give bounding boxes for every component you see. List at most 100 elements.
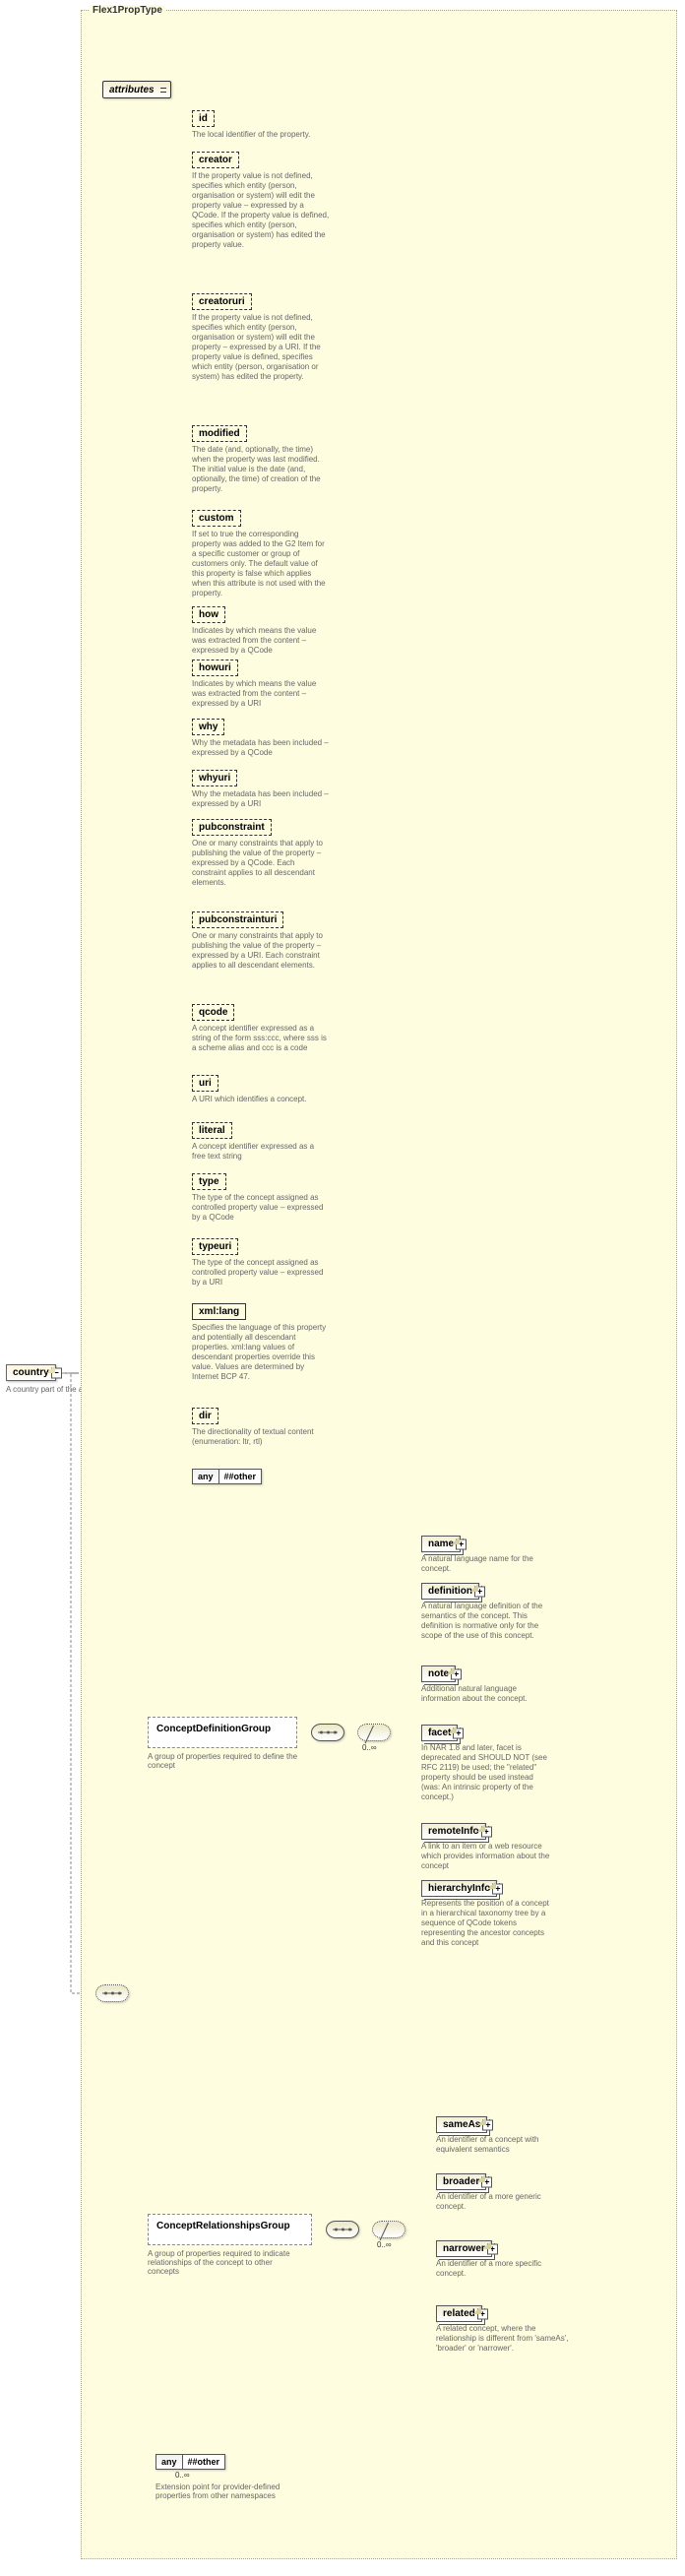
- element-sameAs[interactable]: sameAs+: [436, 2116, 487, 2133]
- any-label: any: [193, 1470, 219, 1483]
- attr-modified[interactable]: modifiedThe date (and, optionally, the t…: [192, 425, 330, 494]
- attr-doc: Indicates by which means the value was e…: [192, 679, 330, 709]
- occurrence: 0..∞: [175, 2471, 190, 2480]
- group-concept-definition[interactable]: ConceptDefinitionGroup: [148, 1717, 297, 1748]
- attr-doc: Why the metadata has been included – exp…: [192, 789, 330, 809]
- expand-icon[interactable]: +: [487, 2243, 498, 2254]
- attr-creatoruri[interactable]: creatoruriIf the property value is not d…: [192, 293, 330, 382]
- choice-node[interactable]: [357, 1724, 391, 1741]
- element-remoteInfo[interactable]: remoteInfo+: [421, 1823, 486, 1840]
- expand-icon[interactable]: −: [51, 1367, 62, 1378]
- expand-icon[interactable]: +: [451, 1668, 462, 1679]
- attr-label: how: [192, 606, 225, 623]
- attr-doc: One or many constraints that apply to pu…: [192, 839, 330, 888]
- element-doc: An identifier of a concept with equivale…: [436, 2135, 569, 2155]
- sequence-node[interactable]: [326, 2221, 359, 2238]
- attr-doc: If the property value is not defined, sp…: [192, 171, 330, 250]
- any-ns: ##other: [219, 1470, 262, 1483]
- element-note[interactable]: note+: [421, 1665, 456, 1682]
- expand-icon[interactable]: +: [492, 1883, 503, 1894]
- attr-label: xml:lang: [192, 1303, 246, 1320]
- expand-icon[interactable]: +: [474, 1586, 485, 1597]
- attr-label: qcode: [192, 1004, 234, 1021]
- element-doc: A natural language definition of the sem…: [421, 1602, 554, 1641]
- attr-doc: The date (and, optionally, the time) whe…: [192, 445, 330, 494]
- group-rel-title: ConceptRelationshipsGroup: [156, 2221, 290, 2231]
- any-other-attribute[interactable]: any##other: [192, 1469, 262, 1484]
- any-other-element[interactable]: any ##other: [156, 2454, 225, 2470]
- element-name[interactable]: name+: [421, 1536, 461, 1552]
- type-panel: Flex1PropType: [81, 10, 677, 2559]
- attr-howuri[interactable]: howuri Indicates by which means the value…: [192, 660, 330, 709]
- sequence-node[interactable]: [95, 1984, 129, 2002]
- element-doc: Additional natural language information …: [421, 1684, 554, 1704]
- attr-how[interactable]: how Indicates by which means the value wa…: [192, 606, 330, 656]
- occurrence: 0..∞: [377, 2240, 392, 2249]
- sequence-node[interactable]: [311, 1724, 344, 1741]
- group-def-title: ConceptDefinitionGroup: [156, 1724, 271, 1734]
- attr-dir[interactable]: dir The directionality of textual content…: [192, 1408, 330, 1447]
- attr-label: literal: [192, 1122, 232, 1139]
- attr-id[interactable]: id The local identifier of the property.: [192, 110, 330, 140]
- expand-icon[interactable]: +: [482, 2119, 493, 2130]
- expand-icon[interactable]: +: [481, 2176, 492, 2187]
- attributes-label: attributes: [109, 85, 155, 95]
- attr-type[interactable]: type The type of the concept assigned as …: [192, 1173, 330, 1223]
- element-narrower[interactable]: narrower+: [436, 2240, 492, 2257]
- attr-xml-lang[interactable]: xml:lang Specifies the language of this p…: [192, 1303, 330, 1382]
- attr-doc: A concept identifier expressed as a free…: [192, 1142, 330, 1162]
- element-doc: Represents the position of a concept in …: [421, 1899, 554, 1948]
- element-definition[interactable]: definition+: [421, 1583, 479, 1600]
- attr-doc: The directionality of textual content (e…: [192, 1427, 330, 1447]
- attr-label: pubconstraint: [192, 819, 272, 836]
- element-doc: A related concept, where the relationshi…: [436, 2324, 569, 2354]
- attr-label: type: [192, 1173, 226, 1190]
- attr-label: creator: [192, 152, 239, 168]
- expand-icon[interactable]: +: [456, 1539, 467, 1549]
- attr-custom[interactable]: custom If set to true the corresponding p…: [192, 510, 330, 598]
- group-concept-relationships[interactable]: ConceptRelationshipsGroup: [148, 2214, 312, 2245]
- element-broader[interactable]: broader+: [436, 2173, 486, 2190]
- any-label: any: [156, 2455, 183, 2469]
- attr-label: whyuri: [192, 770, 237, 786]
- root-element[interactable]: country −: [6, 1364, 56, 1381]
- attr-uri[interactable]: uriA URI which identifies a concept.: [192, 1075, 330, 1104]
- attr-doc: The local identifier of the property.: [192, 130, 330, 140]
- any-ns: ##other: [183, 2455, 225, 2469]
- attr-why[interactable]: whyWhy the metadata has been included – …: [192, 719, 330, 758]
- attr-creator[interactable]: creator If the property value is not defi…: [192, 152, 330, 250]
- attr-label: why: [192, 719, 224, 735]
- attr-label: creatoruri: [192, 293, 252, 310]
- expand-icon[interactable]: +: [477, 2308, 488, 2319]
- attr-pubconstrainturi[interactable]: pubconstrainturiOne or many constraints …: [192, 911, 330, 971]
- occurrence: 0..∞: [362, 1743, 377, 1752]
- attr-doc: If set to true the corresponding propert…: [192, 530, 330, 598]
- attr-label: typeuri: [192, 1238, 238, 1255]
- attr-doc: The type of the concept assigned as cont…: [192, 1193, 330, 1223]
- expand-icon[interactable]: +: [453, 1728, 464, 1738]
- attr-whyuri[interactable]: whyuri Why the metadata has been included…: [192, 770, 330, 809]
- attributes-node[interactable]: attributes: [102, 81, 171, 98]
- attr-doc: A URI which identifies a concept.: [192, 1095, 330, 1104]
- attr-label: custom: [192, 510, 241, 527]
- group-rel-doc: A group of properties required to indica…: [148, 2249, 305, 2276]
- type-title: Flex1PropType: [90, 5, 165, 16]
- attr-pubconstraint[interactable]: pubconstraint One or many constraints tha…: [192, 819, 330, 888]
- attr-doc: The type of the concept assigned as cont…: [192, 1258, 330, 1288]
- attr-doc: Indicates by which means the value was e…: [192, 626, 330, 656]
- element-doc: An identifier of a more specific concept…: [436, 2259, 569, 2279]
- attr-typeuri[interactable]: typeuri The type of the concept assigned …: [192, 1238, 330, 1288]
- attr-qcode[interactable]: qcodeA concept identifier expressed as a…: [192, 1004, 330, 1053]
- element-facet[interactable]: facet+: [421, 1725, 458, 1741]
- expand-icon[interactable]: +: [481, 1826, 492, 1837]
- attr-doc: Specifies the language of this property …: [192, 1323, 330, 1382]
- attr-label: howuri: [192, 660, 238, 676]
- element-related[interactable]: related+: [436, 2305, 482, 2322]
- attr-label: id: [192, 110, 215, 127]
- attr-literal[interactable]: literal A concept identifier expressed as…: [192, 1122, 330, 1162]
- attr-label: dir: [192, 1408, 218, 1424]
- element-doc: A link to an item or a web resource whic…: [421, 1842, 554, 1871]
- choice-node[interactable]: [372, 2221, 405, 2238]
- attr-doc: One or many constraints that apply to pu…: [192, 931, 330, 971]
- element-hierarchyInfo[interactable]: hierarchyInfo+: [421, 1880, 497, 1897]
